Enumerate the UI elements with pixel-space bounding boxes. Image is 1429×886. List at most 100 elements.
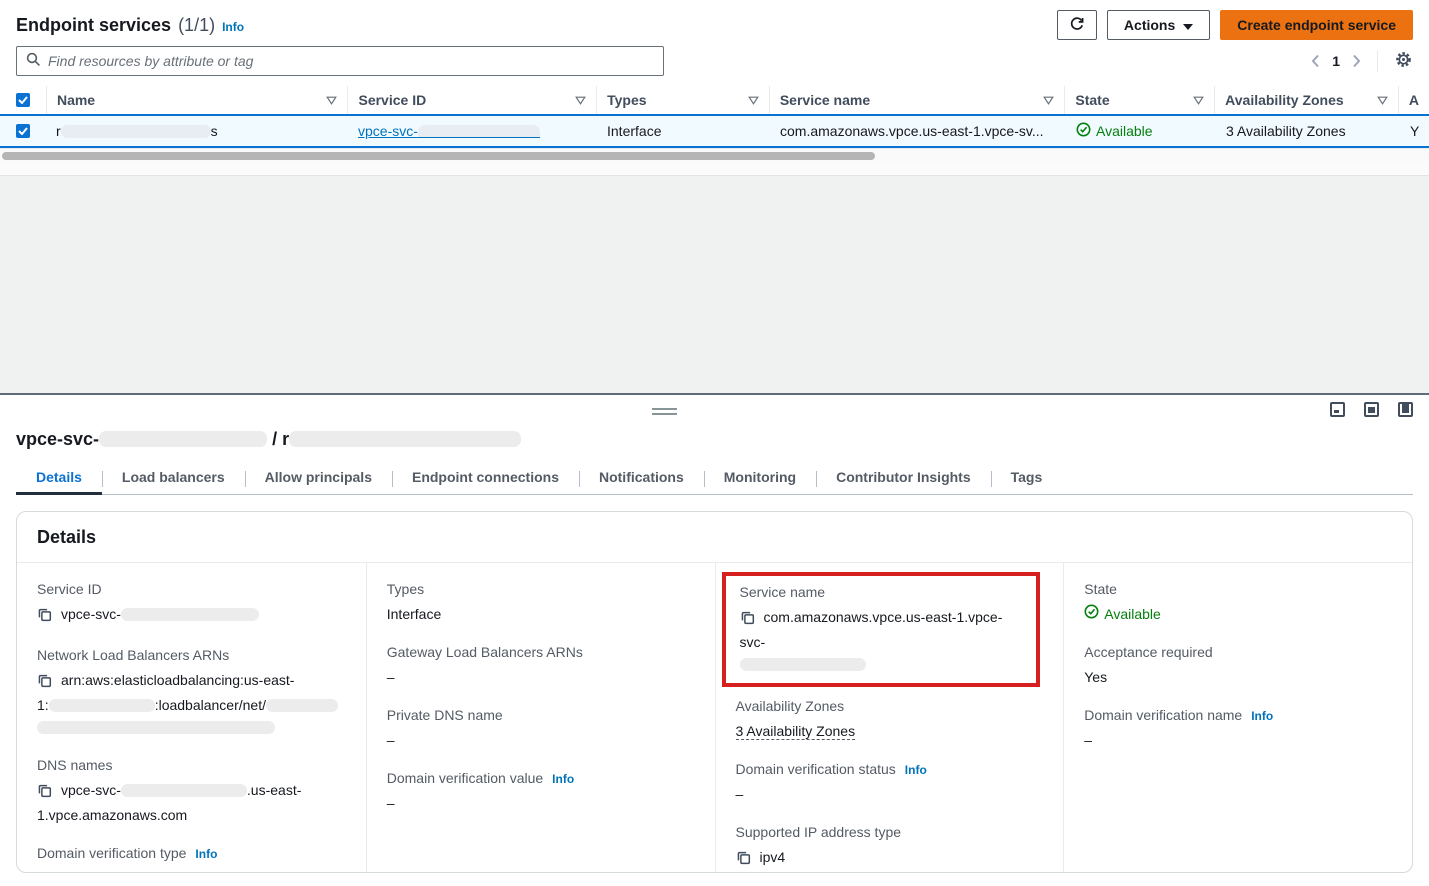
details-column-3: Service name com.amazonaws.vpce.us-east-…: [715, 563, 1064, 873]
details-column-4: State Available Acceptance required Yes …: [1063, 563, 1412, 873]
info-link[interactable]: Info: [195, 847, 217, 861]
row-service-name-cell: com.amazonaws.vpce.us-east-1.vpce-sv...: [770, 123, 1066, 139]
copy-icon[interactable]: [37, 675, 52, 691]
previous-page-icon[interactable]: [1311, 54, 1320, 68]
service-name-highlight-box: Service name com.amazonaws.vpce.us-east-…: [722, 572, 1040, 687]
sort-icon[interactable]: [326, 92, 337, 108]
caret-down-icon: [1183, 17, 1193, 33]
info-link[interactable]: Info: [552, 772, 574, 786]
endpoint-services-table: Name Service ID Types Service name State…: [0, 86, 1429, 162]
endpoint-services-section: Endpoint services (1/1) Info Actions Cre…: [0, 0, 1429, 393]
check-circle-icon: [1076, 122, 1091, 140]
service-id-field: Service ID vpce-svc-: [37, 581, 346, 628]
tab-details[interactable]: Details: [16, 462, 102, 494]
column-header-name[interactable]: Name: [46, 86, 348, 114]
column-header-availability-zones[interactable]: Availability Zones: [1214, 86, 1398, 114]
search-box[interactable]: [16, 46, 664, 76]
domain-verification-value-field: Domain verification valueInfo –: [387, 770, 695, 814]
redacted-text: [121, 608, 259, 621]
row-checkbox[interactable]: [16, 124, 30, 138]
panel-size-small-icon[interactable]: [1330, 402, 1345, 417]
redacted-text: [49, 699, 155, 712]
tab-load-balancers[interactable]: Load balancers: [102, 462, 245, 494]
tab-monitoring[interactable]: Monitoring: [704, 462, 816, 494]
types-field: Types Interface: [387, 581, 695, 625]
row-service-id-cell: vpce-svc-: [348, 123, 597, 139]
copy-icon[interactable]: [740, 612, 755, 628]
info-link[interactable]: Info: [1251, 709, 1273, 723]
availability-zones-popover-link[interactable]: 3 Availability Zones: [1226, 123, 1346, 139]
column-header-service-id[interactable]: Service ID: [347, 86, 596, 114]
copy-icon[interactable]: [736, 852, 751, 868]
actions-button[interactable]: Actions: [1107, 10, 1210, 40]
search-icon: [26, 52, 41, 70]
domain-verification-type-field: Domain verification typeInfo –: [37, 845, 346, 873]
sort-icon[interactable]: [748, 92, 759, 108]
actions-button-label: Actions: [1124, 17, 1175, 33]
service-id-link[interactable]: vpce-svc-: [358, 123, 540, 139]
table-header-row: Name Service ID Types Service name State…: [0, 86, 1429, 114]
availability-zones-popover-link[interactable]: 3 Availability Zones: [736, 723, 856, 740]
table-row[interactable]: rs vpce-svc- Interface com.amazonaws.vpc…: [0, 114, 1429, 148]
split-panel-title: vpce-svc- / r: [16, 395, 1413, 450]
resource-count: (1/1): [178, 15, 215, 36]
row-name-cell: rs: [46, 123, 348, 139]
row-acceptance-cell: Y: [1400, 123, 1429, 139]
tab-allow-principals[interactable]: Allow principals: [245, 462, 392, 494]
sort-icon[interactable]: [1193, 92, 1204, 108]
panel-size-medium-icon[interactable]: [1364, 402, 1379, 417]
current-page-number[interactable]: 1: [1332, 53, 1340, 69]
column-header-types[interactable]: Types: [596, 86, 769, 114]
check-circle-icon: [1084, 603, 1099, 625]
pagination: 1: [1311, 50, 1413, 73]
preferences-gear-icon[interactable]: [1394, 50, 1413, 73]
domain-verification-status-field: Domain verification statusInfo –: [736, 761, 1044, 805]
details-column-2: Types Interface Gateway Load Balancers A…: [366, 563, 715, 873]
page-title: Endpoint services: [16, 15, 171, 36]
redacted-text: [289, 431, 521, 447]
select-all-checkbox[interactable]: [16, 93, 30, 107]
horizontal-scrollbar[interactable]: [0, 148, 1429, 162]
horizontal-scrollbar-thumb[interactable]: [2, 152, 875, 160]
refresh-button[interactable]: [1057, 10, 1097, 40]
redacted-text: [99, 431, 267, 447]
network-load-balancers-arns-field: Network Load Balancers ARNs arn:aws:elas…: [37, 647, 346, 738]
state-field: State Available: [1084, 581, 1392, 625]
empty-background: [0, 176, 1429, 393]
redacted-text: [266, 699, 338, 712]
sort-icon[interactable]: [575, 92, 586, 108]
pager-divider: [1377, 50, 1378, 72]
acceptance-required-field: Acceptance required Yes: [1084, 644, 1392, 688]
gateway-load-balancers-arns-field: Gateway Load Balancers ARNs –: [387, 644, 695, 688]
column-header-acceptance-partial[interactable]: A: [1398, 86, 1429, 114]
split-panel-layout-controls: [1330, 402, 1413, 417]
search-input[interactable]: [48, 53, 654, 69]
table-toolbar: 1: [0, 44, 1429, 86]
row-types-cell: Interface: [597, 123, 770, 139]
redacted-text: [37, 721, 275, 734]
row-state-cell: Available: [1066, 122, 1216, 140]
column-header-state[interactable]: State: [1064, 86, 1214, 114]
details-column-1: Service ID vpce-svc- Network Load Balanc…: [17, 563, 366, 873]
redacted-text: [61, 125, 211, 138]
column-header-service-name[interactable]: Service name: [769, 86, 1065, 114]
private-dns-name-field: Private DNS name –: [387, 707, 695, 751]
split-panel-drag-handle[interactable]: [652, 408, 677, 418]
tab-contributor-insights[interactable]: Contributor Insights: [816, 462, 991, 494]
sort-icon[interactable]: [1377, 92, 1388, 108]
panel-size-large-icon[interactable]: [1398, 402, 1413, 417]
next-page-icon[interactable]: [1352, 54, 1361, 68]
table-footer-strip: [0, 162, 1429, 176]
sort-icon[interactable]: [1043, 92, 1054, 108]
availability-zones-field: Availability Zones 3 Availability Zones: [736, 698, 1044, 742]
create-endpoint-service-button[interactable]: Create endpoint service: [1220, 10, 1413, 40]
tab-endpoint-connections[interactable]: Endpoint connections: [392, 462, 579, 494]
tab-notifications[interactable]: Notifications: [579, 462, 704, 494]
page-title-info-link[interactable]: Info: [222, 20, 244, 34]
info-link[interactable]: Info: [905, 763, 927, 777]
tab-tags[interactable]: Tags: [991, 462, 1063, 494]
split-panel: vpce-svc- / r Details Load balancers All…: [0, 393, 1429, 886]
copy-icon[interactable]: [37, 785, 52, 801]
copy-icon[interactable]: [37, 609, 52, 625]
service-name-field: Service name com.amazonaws.vpce.us-east-…: [740, 584, 1024, 675]
